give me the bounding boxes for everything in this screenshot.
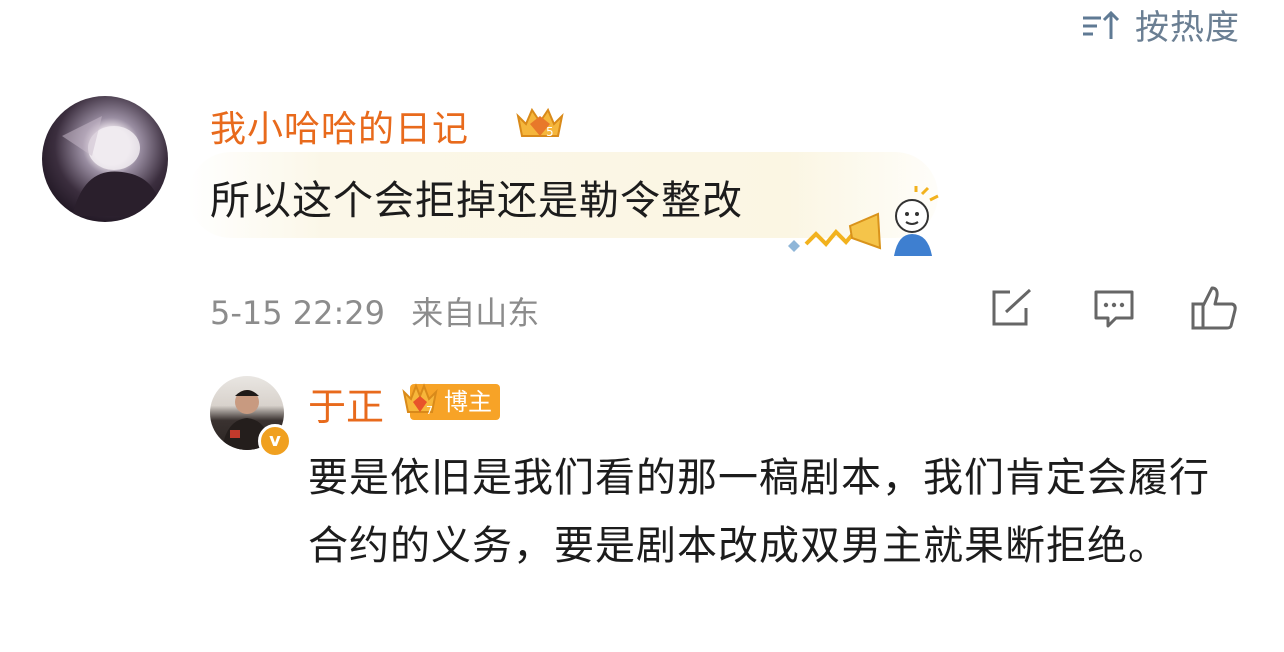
reply-text: 要是依旧是我们看的那一稿剧本，我们肯定会履行合约的义务，要是剧本改成双男主就果断… [308, 455, 1210, 569]
author-badge: 7 博主 [400, 380, 500, 424]
username[interactable]: 我小哈哈的日记 [210, 100, 469, 152]
sort-control[interactable]: 按热度 [1081, 0, 1240, 49]
comment-text: 所以这个会拒掉还是勒令整改 [210, 178, 743, 224]
location: 来自山东 [411, 294, 540, 332]
timestamp: 5-15 22:29 [210, 294, 386, 332]
crown-icon: 7 [400, 380, 440, 424]
svg-text:5: 5 [546, 125, 554, 139]
svg-text:7: 7 [426, 404, 433, 417]
sort-label: 按热度 [1135, 8, 1240, 48]
verified-badge-icon: v [258, 424, 292, 458]
comment-thread: 按热度 我小哈哈的日记 5 所以这个会拒掉还是勒令整改 5-15 22:29 来… [0, 0, 1284, 652]
sort-icon [1081, 9, 1121, 41]
fan-crown-icon: 5 [512, 102, 568, 146]
reply-username[interactable]: 于正 [308, 376, 384, 431]
comment-meta: 5-15 22:29 来自山东 [210, 288, 539, 334]
comment-icon[interactable] [1092, 288, 1136, 334]
thumbs-up-icon[interactable] [1190, 284, 1238, 336]
megaphone-sticker-icon [782, 186, 942, 264]
avatar[interactable] [42, 96, 168, 222]
share-icon[interactable] [990, 288, 1034, 332]
